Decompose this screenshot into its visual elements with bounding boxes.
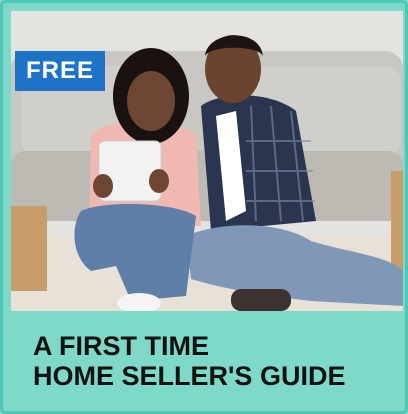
free-badge: FREE <box>15 51 105 91</box>
guide-title-line-1: A FIRST TIME <box>33 331 209 361</box>
guide-title[interactable]: A FIRST TIME HOME SELLER'S GUIDE <box>33 331 393 391</box>
promo-card[interactable]: FREE A FIRST TIME HOME SELLER'S GUIDE <box>0 0 408 414</box>
free-badge-label: FREE <box>25 57 94 84</box>
guide-title-line-2: HOME SELLER'S GUIDE <box>33 361 346 391</box>
